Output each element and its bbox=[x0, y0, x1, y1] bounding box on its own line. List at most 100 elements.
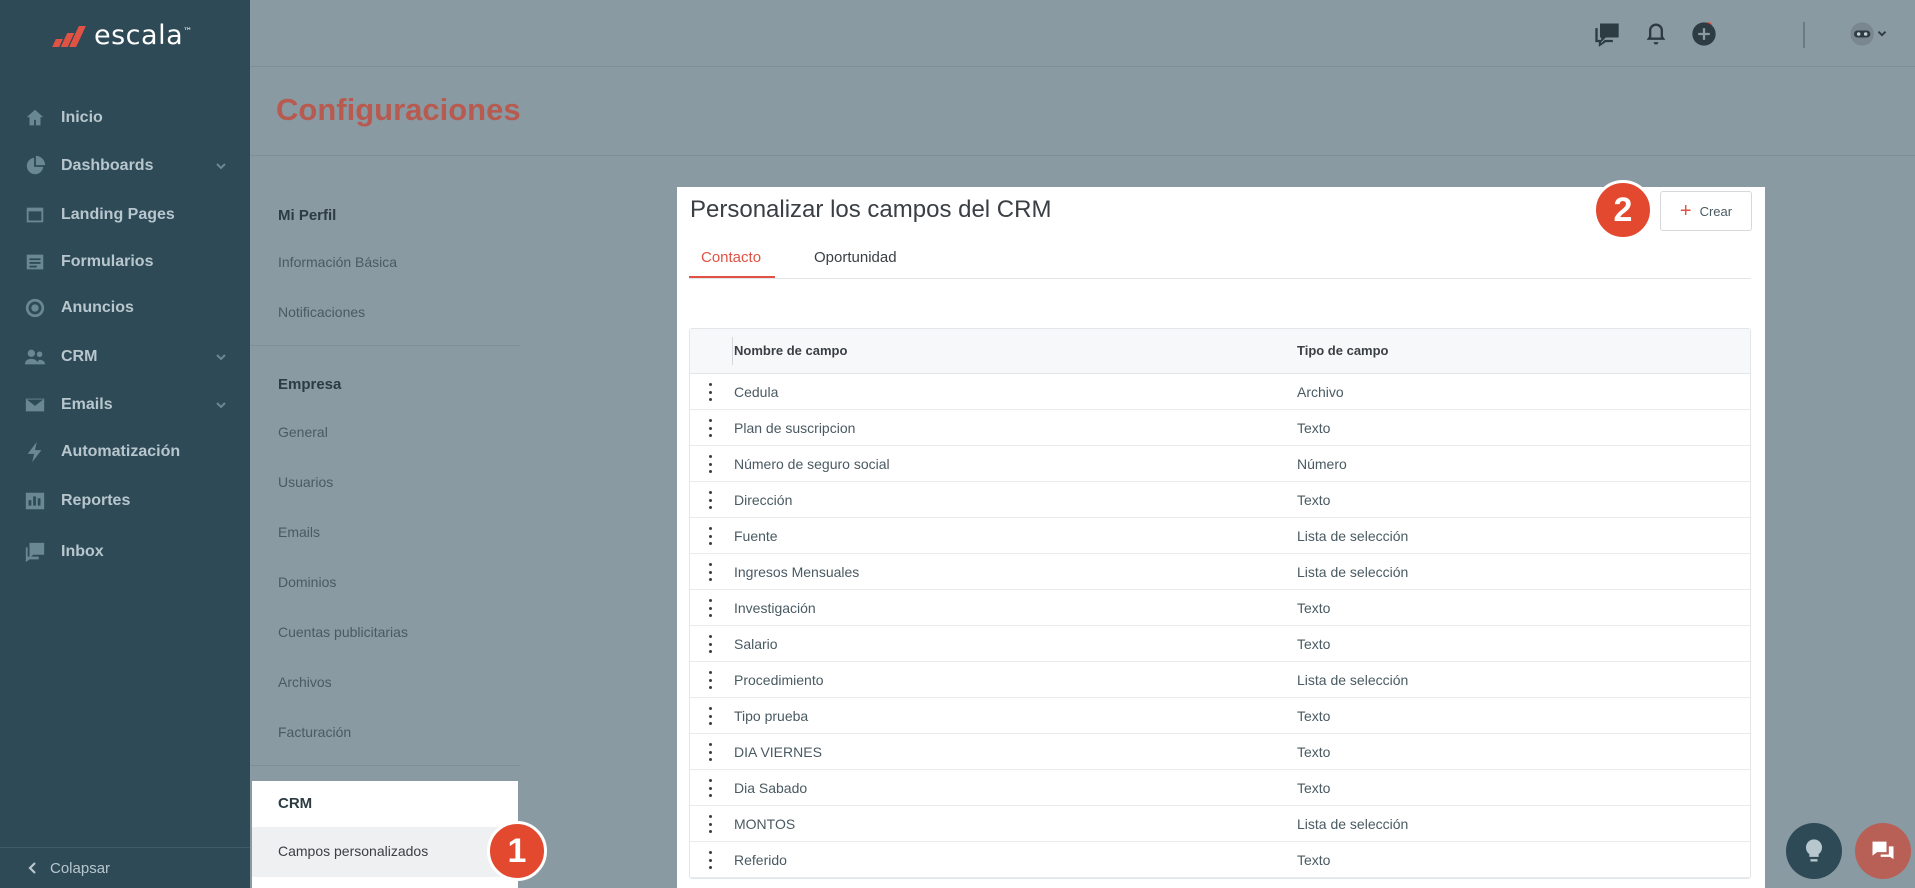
active-tab-indicator bbox=[689, 276, 775, 278]
sidebar-item-label: Inbox bbox=[61, 543, 104, 560]
table-row[interactable]: Plan de suscripcion Texto bbox=[690, 410, 1750, 446]
sidebar-item-crm[interactable]: CRM bbox=[0, 337, 250, 377]
header-divider bbox=[732, 337, 733, 365]
target-icon bbox=[24, 297, 46, 319]
field-name: Salario bbox=[734, 636, 778, 652]
settings-section-crm: CRM Campos personalizados bbox=[252, 781, 518, 888]
more-options-icon[interactable] bbox=[707, 563, 713, 581]
table-row[interactable]: Ingresos Mensuales Lista de selección bbox=[690, 554, 1750, 590]
tips-button[interactable] bbox=[1786, 823, 1842, 879]
plus-circle-icon[interactable] bbox=[1690, 20, 1718, 48]
table-row[interactable]: Procedimiento Lista de selección bbox=[690, 662, 1750, 698]
sidebar-item-label: Dashboards bbox=[61, 157, 154, 174]
sidebar-item-emails[interactable]: Emails bbox=[0, 385, 250, 425]
field-name: Referido bbox=[734, 852, 787, 868]
sidebar-item-label: Landing Pages bbox=[61, 206, 175, 223]
settings-item-notificaciones[interactable]: Notificaciones bbox=[278, 304, 365, 320]
sidebar-item-inbox[interactable]: Inbox bbox=[0, 532, 250, 572]
field-type: Lista de selección bbox=[1297, 564, 1409, 580]
chat-bubbles-icon bbox=[1872, 841, 1894, 860]
more-options-icon[interactable] bbox=[707, 815, 713, 833]
sidebar-item-label: Emails bbox=[61, 396, 113, 413]
sidebar-item-label: Reportes bbox=[61, 492, 131, 509]
settings-item-emails[interactable]: Emails bbox=[278, 524, 320, 540]
settings-item-facturacion[interactable]: Facturación bbox=[278, 724, 351, 740]
field-type: Número bbox=[1297, 456, 1347, 472]
custom-fields-table: Nombre de campo Tipo de campo Cedula Arch… bbox=[689, 328, 1751, 879]
more-options-icon[interactable] bbox=[707, 527, 713, 545]
field-type: Archivo bbox=[1297, 384, 1344, 400]
more-options-icon[interactable] bbox=[707, 707, 713, 725]
bolt-icon bbox=[24, 441, 46, 463]
chevron-down-icon bbox=[214, 398, 228, 412]
field-type: Texto bbox=[1297, 852, 1331, 868]
tab-contacto[interactable]: Contacto bbox=[701, 249, 761, 266]
sidebar-item-anuncios[interactable]: Anuncios bbox=[0, 288, 250, 328]
more-options-icon[interactable] bbox=[707, 671, 713, 689]
more-options-icon[interactable] bbox=[707, 599, 713, 617]
table-row[interactable]: Dia Sabado Texto bbox=[690, 770, 1750, 806]
field-name: Número de seguro social bbox=[734, 456, 890, 472]
create-button[interactable]: + Crear bbox=[1660, 191, 1752, 231]
sidebar-item-formularios[interactable]: Formularios bbox=[0, 242, 250, 282]
settings-item-dominios[interactable]: Dominios bbox=[278, 574, 336, 590]
field-type: Lista de selección bbox=[1297, 672, 1409, 688]
sidebar-item-automatizacion[interactable]: Automatización bbox=[0, 432, 250, 472]
avatar[interactable] bbox=[1848, 20, 1888, 48]
table-row[interactable]: DIA VIERNES Texto bbox=[690, 734, 1750, 770]
table-row[interactable]: Fuente Lista de selección bbox=[690, 518, 1750, 554]
column-header-tipo[interactable]: Tipo de campo bbox=[1297, 343, 1389, 358]
more-options-icon[interactable] bbox=[707, 635, 713, 653]
section-divider bbox=[250, 345, 520, 346]
callout-badge-1: 1 bbox=[487, 821, 547, 881]
table-row[interactable]: Cedula Archivo bbox=[690, 374, 1750, 410]
topbar-divider bbox=[1803, 22, 1805, 48]
sidebar-item-inicio[interactable]: Inicio bbox=[0, 98, 250, 138]
section-divider bbox=[250, 765, 520, 766]
table-row[interactable]: Salario Texto bbox=[690, 626, 1750, 662]
more-options-icon[interactable] bbox=[707, 743, 713, 761]
settings-item-usuarios[interactable]: Usuarios bbox=[278, 474, 333, 490]
tab-oportunidad[interactable]: Oportunidad bbox=[814, 249, 897, 266]
more-options-icon[interactable] bbox=[707, 455, 713, 473]
table-row[interactable]: MONTOS Lista de selección bbox=[690, 806, 1750, 842]
settings-item-archivos[interactable]: Archivos bbox=[278, 674, 332, 690]
field-tabs: Contacto Oportunidad bbox=[689, 237, 1751, 279]
chat-support-button[interactable] bbox=[1855, 823, 1911, 879]
sidebar-item-reportes[interactable]: Reportes bbox=[0, 481, 250, 521]
bell-icon[interactable] bbox=[1642, 20, 1670, 48]
chevron-down-icon bbox=[214, 350, 228, 364]
table-row[interactable]: Investigación Texto bbox=[690, 590, 1750, 626]
collapse-sidebar-button[interactable]: Colapsar bbox=[0, 847, 250, 888]
sidebar-item-dashboards[interactable]: Dashboards bbox=[0, 146, 250, 186]
more-options-icon[interactable] bbox=[707, 383, 713, 401]
field-type: Texto bbox=[1297, 708, 1331, 724]
more-options-icon[interactable] bbox=[707, 851, 713, 869]
table-row[interactable]: Número de seguro social Número bbox=[690, 446, 1750, 482]
brand-logo[interactable]: escala™ bbox=[52, 20, 193, 51]
more-options-icon[interactable] bbox=[707, 779, 713, 797]
field-name: Investigación bbox=[734, 600, 816, 616]
bar-chart-icon bbox=[24, 490, 46, 512]
settings-item-cuentas-publicitarias[interactable]: Cuentas publicitarias bbox=[278, 624, 408, 640]
sidebar-item-landing-pages[interactable]: Landing Pages bbox=[0, 195, 250, 235]
pie-chart-icon bbox=[24, 155, 46, 177]
table-row[interactable]: Tipo prueba Texto bbox=[690, 698, 1750, 734]
more-options-icon[interactable] bbox=[707, 491, 713, 509]
title-divider bbox=[250, 155, 1915, 156]
section-heading-crm: CRM bbox=[278, 795, 313, 812]
field-type: Texto bbox=[1297, 420, 1331, 436]
table-row[interactable]: Dirección Texto bbox=[690, 482, 1750, 518]
more-options-icon[interactable] bbox=[707, 419, 713, 437]
column-header-nombre[interactable]: Nombre de campo bbox=[734, 343, 847, 358]
settings-item-campos-personalizados[interactable]: Campos personalizados bbox=[252, 827, 518, 877]
field-name: Plan de suscripcion bbox=[734, 420, 856, 436]
section-heading-perfil: Mi Perfil bbox=[278, 207, 337, 224]
settings-item-general[interactable]: General bbox=[278, 424, 328, 440]
mail-icon bbox=[24, 394, 46, 416]
chat-icon[interactable] bbox=[1593, 20, 1621, 48]
table-row[interactable]: Referido Texto bbox=[690, 842, 1750, 878]
sidebar-item-label: Formularios bbox=[61, 253, 154, 270]
field-name: Dia Sabado bbox=[734, 780, 808, 796]
settings-item-informacion-basica[interactable]: Información Básica bbox=[278, 254, 397, 270]
